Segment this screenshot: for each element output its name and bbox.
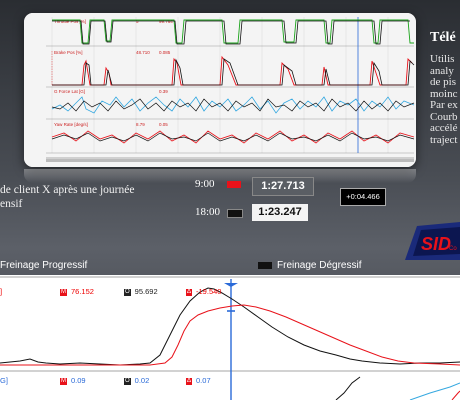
channel-name: Yaw Rate [deg/s] xyxy=(54,122,88,127)
lap-time-of-day: 9:00 xyxy=(195,178,215,190)
channel-name: G Force Lat [G] xyxy=(54,89,85,94)
lap-time-of-day: 18:00 xyxy=(195,206,221,218)
caption-line: de client X après une journée xyxy=(0,184,135,196)
row1-delta-value: Δ -19.540 xyxy=(186,287,222,296)
legend-progressive: Freinage Progressif xyxy=(0,260,88,271)
side-title: Télé xyxy=(430,30,456,45)
legend-degressive: Freinage Dégressif xyxy=(258,260,361,271)
caption-line: ensif xyxy=(0,198,23,210)
svg-text:Co: Co xyxy=(449,246,457,252)
lap-time-box: 1:23.247 xyxy=(252,204,308,221)
row2-unit: G] xyxy=(0,376,8,385)
lap-color-swatch xyxy=(227,209,243,218)
row2-delta-value: Δ 0.07 xyxy=(186,376,211,385)
svg-text:SID: SID xyxy=(421,234,451,254)
lap-color-swatch xyxy=(227,181,241,188)
channel-d-value: 0.085 xyxy=(159,50,171,55)
caption: de client X après une journée ensif xyxy=(0,183,134,211)
row1-m-value: M 76.152 xyxy=(60,287,94,296)
side-line: Utilis xyxy=(430,53,455,65)
side-line: accélé xyxy=(430,122,458,134)
telemetry-graph: Throttle Pos [%] 5 99.764 Brake Pos [%] … xyxy=(24,13,416,167)
sid-logo: SID Co xyxy=(405,222,460,260)
row2-m-value: M 0.09 xyxy=(60,376,86,385)
channel-d-value: 0.39 xyxy=(159,89,168,94)
side-line: Par ex xyxy=(430,99,458,111)
lap-time-box: 1:27.713 xyxy=(252,177,314,196)
legend-swatch xyxy=(258,261,272,269)
row2-o-value: O 0.02 xyxy=(124,376,150,385)
channel-d-value: 0.05 xyxy=(159,122,168,127)
side-line: de pis xyxy=(430,76,456,88)
side-line: traject xyxy=(430,133,458,146)
detail-chart: ] M 76.152 O 95.692 Δ -19.540 G] M 0.09 O 0.0… xyxy=(0,275,460,400)
channel-m-value: 8.79 xyxy=(136,122,145,127)
channel-name: Brake Pos [%] xyxy=(54,50,83,55)
channel-m-value: 48.710 xyxy=(136,50,150,55)
side-text: Utilis analy de pis moinc Par ex Courb a… xyxy=(430,53,458,146)
delta-time: +0:04.466 xyxy=(340,188,386,206)
row1-unit: ] xyxy=(0,287,3,296)
telemetry-panel: Throttle Pos [%] 5 99.764 Brake Pos [%] … xyxy=(24,13,416,167)
row1-o-value: O 95.692 xyxy=(124,287,158,296)
panel-reflection xyxy=(24,169,416,183)
